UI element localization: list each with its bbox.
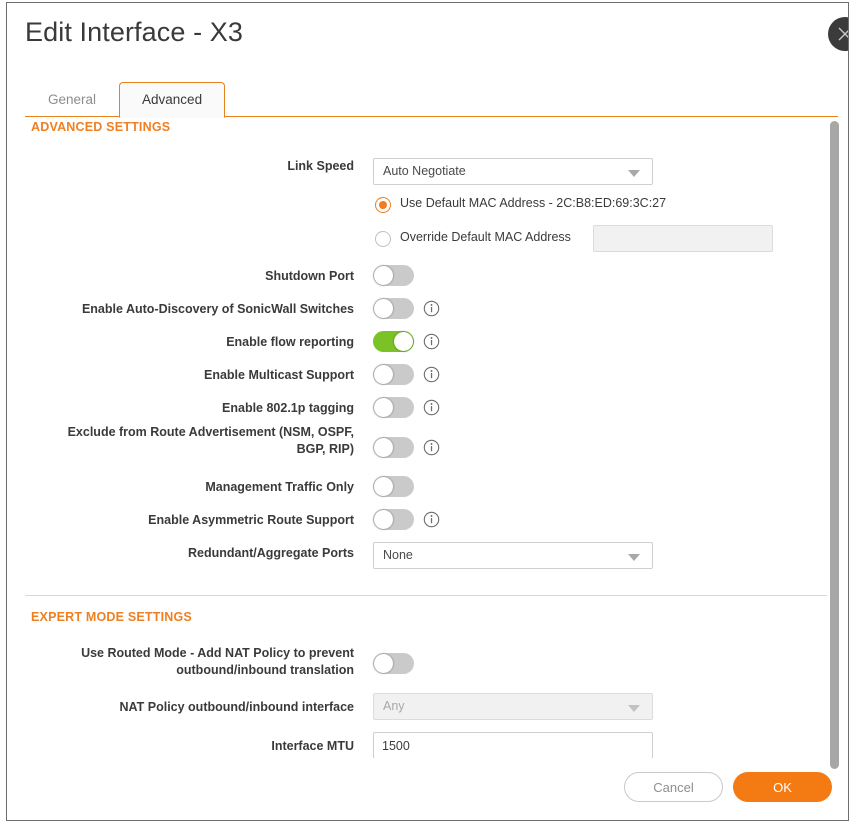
chevron-down-icon (628, 554, 640, 561)
auto-discovery-label: Enable Auto-Discovery of SonicWall Switc… (47, 301, 354, 318)
routed-mode-toggle[interactable] (373, 653, 414, 674)
toggle-knob (374, 477, 393, 496)
override-mac-input[interactable] (593, 225, 773, 252)
exclude-route-advertisement-toggle[interactable] (373, 437, 414, 458)
settings-scroll-area: ADVANCED SETTINGS Link Speed Auto Negoti… (7, 117, 848, 758)
chevron-down-icon (628, 170, 640, 177)
cancel-button[interactable]: Cancel (624, 772, 723, 802)
advanced-settings-heading: ADVANCED SETTINGS (31, 120, 170, 134)
flow-reporting-toggle[interactable] (373, 331, 414, 352)
use-default-mac-label: Use Default MAC Address - 2C:B8:ED:69:3C… (400, 196, 666, 210)
management-traffic-only-toggle[interactable] (373, 476, 414, 497)
chevron-down-icon (628, 705, 640, 712)
flow-reporting-label: Enable flow reporting (67, 334, 354, 351)
nat-policy-value: Any (383, 699, 405, 713)
dot1p-tagging-toggle[interactable] (373, 397, 414, 418)
shutdown-port-label: Shutdown Port (67, 268, 354, 285)
multicast-support-label: Enable Multicast Support (67, 367, 354, 384)
toggle-knob (374, 299, 393, 318)
tab-general[interactable]: General (25, 82, 119, 117)
redundant-ports-label: Redundant/Aggregate Ports (67, 545, 354, 562)
expert-mode-settings-heading: EXPERT MODE SETTINGS (31, 610, 192, 624)
interface-mtu-label: Interface MTU (67, 738, 354, 755)
toggle-knob (394, 332, 413, 351)
toggle-knob (374, 510, 393, 529)
dot1p-tagging-label: Enable 802.1p tagging (67, 400, 354, 417)
link-speed-label: Link Speed (127, 158, 354, 175)
multicast-support-toggle[interactable] (373, 364, 414, 385)
dialog-footer: Cancel OK (7, 758, 848, 820)
link-speed-value: Auto Negotiate (383, 164, 466, 178)
routed-mode-label: Use Routed Mode - Add NAT Policy to prev… (67, 645, 354, 679)
auto-discovery-toggle[interactable] (373, 298, 414, 319)
radio-icon-selected (375, 197, 391, 213)
asymmetric-route-label: Enable Asymmetric Route Support (67, 512, 354, 529)
ok-button[interactable]: OK (733, 772, 832, 802)
flow-reporting-info-icon[interactable] (423, 333, 440, 355)
multicast-support-info-icon[interactable] (423, 366, 440, 388)
toggle-knob (374, 438, 393, 457)
toggle-knob (374, 365, 393, 384)
radio-icon-unselected (375, 231, 391, 247)
section-divider (25, 595, 827, 596)
redundant-ports-value: None (383, 548, 413, 562)
override-default-mac-label: Override Default MAC Address (400, 230, 571, 244)
shutdown-port-toggle[interactable] (373, 265, 414, 286)
toggle-knob (374, 266, 393, 285)
page-title: Edit Interface - X3 (25, 17, 243, 48)
exclude-route-advertisement-label: Exclude from Route Advertisement (NSM, O… (47, 424, 354, 458)
redundant-ports-select[interactable]: None (373, 542, 653, 569)
tab-bar: General Advanced (25, 78, 225, 117)
edit-interface-dialog: Edit Interface - X3 General Advanced ADV… (6, 2, 849, 821)
nat-policy-label: NAT Policy outbound/inbound interface (67, 699, 354, 716)
close-button[interactable] (828, 17, 849, 51)
dot1p-tagging-info-icon[interactable] (423, 399, 440, 421)
asymmetric-route-info-icon[interactable] (423, 511, 440, 533)
nat-policy-select[interactable]: Any (373, 693, 653, 720)
auto-discovery-info-icon[interactable] (423, 300, 440, 322)
asymmetric-route-toggle[interactable] (373, 509, 414, 530)
management-traffic-only-label: Management Traffic Only (67, 479, 354, 496)
vertical-scrollbar[interactable] (830, 121, 839, 754)
tab-advanced[interactable]: Advanced (119, 82, 225, 118)
scrollbar-thumb[interactable] (830, 121, 839, 769)
toggle-knob (374, 398, 393, 417)
toggle-knob (374, 654, 393, 673)
link-speed-select[interactable]: Auto Negotiate (373, 158, 653, 185)
exclude-route-advertisement-info-icon[interactable] (423, 439, 440, 461)
close-icon (835, 24, 849, 44)
interface-mtu-input[interactable] (373, 732, 653, 758)
